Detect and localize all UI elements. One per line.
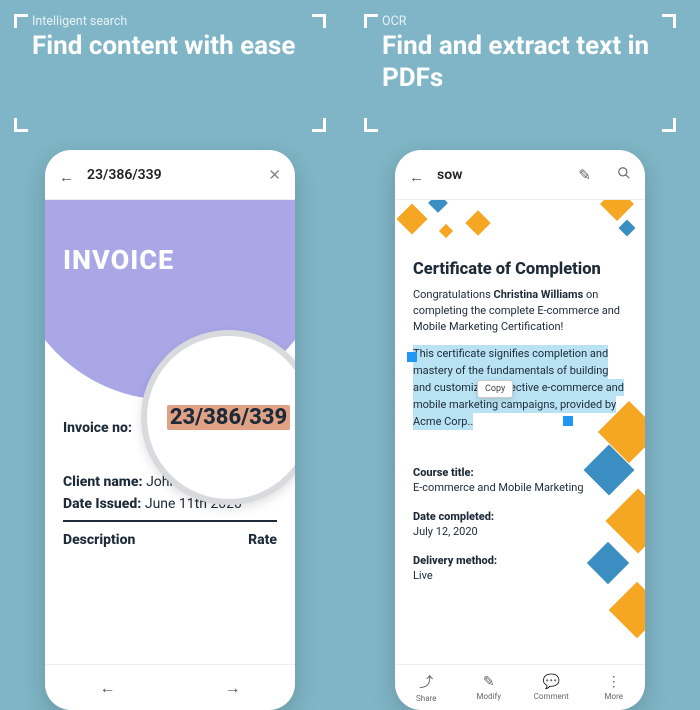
search-input[interactable]: 23/386/339 [87,167,254,183]
invoice-heading: INVOICE [63,244,174,276]
frame-corner [364,14,378,28]
headline-right: Find and extract text in PDFs [382,31,662,94]
comment-button[interactable]: 💬 Comment [520,674,583,701]
next-result-icon[interactable]: → [170,678,295,698]
invoice-table-header: Description Rate [63,520,277,548]
col-rate: Rate [248,532,277,548]
frame-corner [312,14,326,28]
frame-corner [662,14,676,28]
delivery-method-label: Delivery method: [413,554,627,567]
share-button[interactable]: ⤴ Share [395,672,458,703]
date-completed-label: Date completed: [413,510,627,523]
document-viewport[interactable]: INVOICE Invoice no: Client name: John Do… [45,200,295,664]
selected-text-block[interactable]: This certificate signifies completion an… [413,345,627,430]
more-button[interactable]: ⋮ More [583,674,646,701]
congrats-paragraph: Congratulations Christina Williams on co… [413,287,627,335]
recipient-name: Christina Williams [494,288,584,301]
date-label: Date Issued: [63,496,141,512]
certificate-content: Certificate of Completion Congratulation… [413,260,627,582]
share-label: Share [416,694,436,703]
decorative-diamond [619,220,636,237]
search-input[interactable]: sow [437,167,552,183]
selection-handle-start[interactable] [407,352,417,362]
ocr-panel: OCR Find and extract text in PDFs ← sow … [350,0,690,700]
frame-corner [662,118,676,132]
frame-corner [14,14,28,28]
course-title-value: E-commerce and Mobile Marketing [413,481,627,494]
phone-mock-right: ← sow ✎ Certificate of Completion Co [395,150,645,710]
magnified-match: 23/386/339 [167,405,290,430]
client-label: Client name: [63,474,143,490]
headline-left: Find content with ease [32,31,312,63]
prev-result-icon[interactable]: ← [45,678,170,698]
certificate-title: Certificate of Completion [413,260,627,279]
frame-corner [312,118,326,132]
phone-navbar: ← → [45,664,295,710]
modify-button[interactable]: ✎ Modify [458,674,521,701]
date-completed-value: July 12, 2020 [413,525,627,538]
phone-toolbar: ← sow ✎ [395,150,645,200]
phone-mock-left: ← 23/386/339 ✕ INVOICE Invoice no: Clien… [45,150,295,710]
col-description: Description [63,532,135,548]
course-title-label: Course title: [413,466,627,479]
back-icon[interactable]: ← [59,168,73,182]
decorative-diamond [609,582,645,639]
frame-corner [364,118,378,132]
selection-handle-end[interactable] [563,416,573,426]
back-icon[interactable]: ← [409,168,423,182]
search-icon[interactable] [617,166,631,184]
decorative-diamond [439,224,453,238]
decorative-diamond [465,210,490,235]
eyebrow-left: Intelligent search [32,14,330,29]
intelligent-search-panel: Intelligent search Find content with eas… [0,0,340,700]
edit-icon[interactable]: ✎ [578,166,591,184]
frame-corner [14,118,28,132]
share-icon: ⤴ [419,672,433,692]
eyebrow-right: OCR [382,14,680,29]
congrats-prefix: Congratulations [413,288,494,301]
decorative-diamond [396,203,427,234]
comment-icon: 💬 [543,674,560,690]
document-viewport[interactable]: Certificate of Completion Congratulation… [395,200,645,664]
close-icon[interactable]: ✕ [268,166,281,184]
ocr-selected-text[interactable]: This certificate signifies completion an… [413,345,624,430]
decorative-diamond [428,200,448,213]
phone-toolbar: ← 23/386/339 ✕ [45,150,295,200]
invoice-no-label: Invoice no: [63,420,132,436]
more-icon: ⋮ [607,674,621,690]
copy-tooltip[interactable]: Copy [477,380,513,398]
modify-icon: ✎ [483,674,495,690]
delivery-method-value: Live [413,569,627,582]
decorative-diamond [600,200,634,221]
phone-action-bar: ⤴ Share ✎ Modify 💬 Comment ⋮ More [395,664,645,710]
highlighted-search-match: 23/386/339 [167,405,290,430]
